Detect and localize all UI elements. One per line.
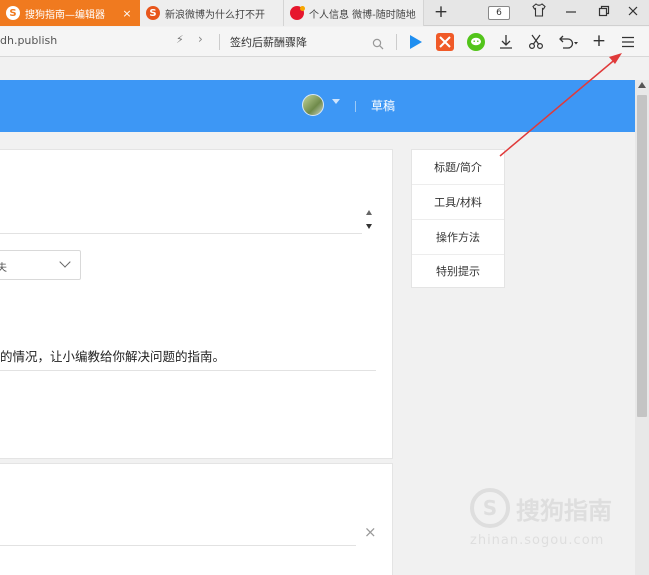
editor-main-card: 夫 的情况，让小编教给你解决问题的指南。 [0,149,393,459]
chevron-right-icon[interactable]: › [198,32,203,46]
intro-description-text[interactable]: 的情况，让小编教给你解决问题的指南。 [0,346,225,365]
tab-strip: S 搜狗指南—编辑器 × S 新浪微博为什么打不开 个人信息 微博-随时随地 +… [0,0,649,26]
toolbar-divider [396,34,397,50]
undo-icon[interactable] [557,33,578,51]
draft-link[interactable]: 草稿 [371,97,395,114]
minimize-icon[interactable] [561,3,581,23]
tab-title: 个人信息 微博-随时随地 [309,9,416,21]
browser-toolbar: dh.publish ⚡ › 签约后薪酬骤降 + [0,27,649,57]
scroll-up-arrow-icon[interactable] [638,82,646,88]
triangle-up-icon[interactable] [366,210,372,215]
page-scrollbar[interactable] [635,80,649,575]
nav-item-title-intro[interactable]: 标题/简介 [412,150,504,185]
tab-editor[interactable]: S 搜狗指南—编辑器 × [0,0,140,26]
toolbar-divider [219,34,220,50]
search-icon[interactable] [372,35,384,50]
sogou-s-icon: S [146,6,160,20]
add-icon[interactable]: + [590,33,608,51]
address-bar-url[interactable]: dh.publish [0,34,57,47]
tab-title: 新浪微博为什么打不开 [165,9,265,21]
skin-shirt-icon[interactable] [529,3,549,23]
input-underline [0,545,356,546]
sogou-logo-icon: S [470,488,510,528]
textarea-scroll-stepper[interactable] [364,206,376,234]
tab-title: 搜狗指南—编辑器 [25,9,105,21]
close-window-icon[interactable] [623,3,643,23]
scrollbar-thumb[interactable] [637,95,647,417]
editor-header: 草稿 [0,80,636,132]
weibo-icon [290,6,305,20]
category-select[interactable]: 夫 [0,250,81,280]
intro-textarea-underline [0,233,362,234]
scissors-icon[interactable] [527,33,545,51]
tab-close-button[interactable]: × [120,7,134,20]
description-underline [0,370,376,371]
nav-item-steps[interactable]: 操作方法 [412,220,504,255]
video-play-icon[interactable] [406,33,424,51]
tab-weibo-profile[interactable]: 个人信息 微博-随时随地 [284,0,424,26]
user-avatar[interactable] [302,94,324,116]
new-tab-button[interactable]: + [431,2,451,24]
header-divider [355,101,356,112]
section-side-nav: 标题/简介 工具/材料 操作方法 特别提示 [411,149,505,288]
download-icon[interactable] [497,33,515,51]
watermark-url: zhinan.sogou.com [470,533,605,548]
triangle-down-icon[interactable] [366,224,372,229]
chevron-down-icon[interactable] [332,99,340,104]
wechat-icon[interactable] [467,33,485,51]
nav-item-tips[interactable]: 特别提示 [412,254,504,289]
chevron-down-icon [59,256,71,268]
search-box-text[interactable]: 签约后薪酬骤降 [230,34,307,50]
tools-icon[interactable] [436,33,454,51]
tab-weibo-question[interactable]: S 新浪微博为什么打不开 [140,0,284,26]
category-select-value: 夫 [0,263,7,274]
watermark-text: 搜狗指南 [516,497,612,525]
editor-lower-card: × [0,463,393,575]
clear-input-icon[interactable]: × [364,524,377,540]
sogou-s-icon: S [6,6,20,20]
lightning-icon[interactable]: ⚡ [176,33,184,46]
nav-item-tools-materials[interactable]: 工具/材料 [412,185,504,220]
hamburger-menu-icon[interactable] [619,33,637,51]
tab-count-badge[interactable]: 6 [488,6,510,20]
restore-icon[interactable] [594,3,614,23]
sogou-zhinan-watermark: S 搜狗指南 zhinan.sogou.com [470,485,630,555]
